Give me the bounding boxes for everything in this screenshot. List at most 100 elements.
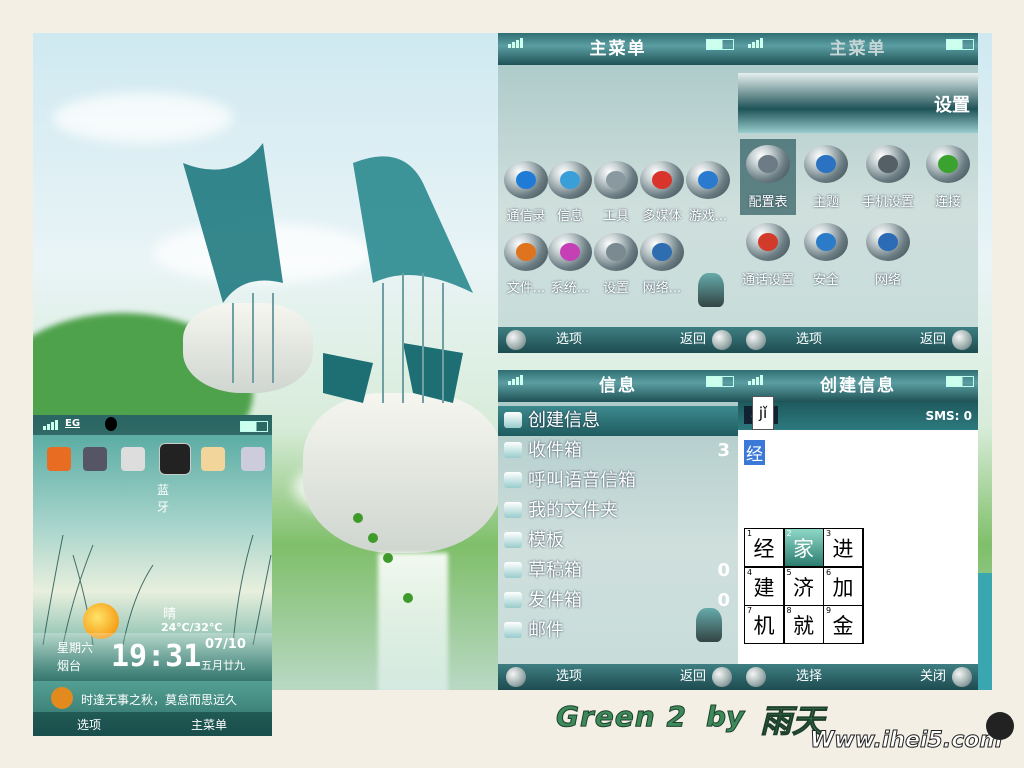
message-folder-item[interactable]: 草稿箱 0 — [498, 556, 738, 586]
candidate-number: 1 — [747, 529, 753, 538]
message-folder-item[interactable]: 我的文件夹 — [498, 496, 738, 526]
battery-icon — [946, 39, 974, 50]
globe-icon[interactable] — [866, 223, 910, 261]
pen-icon[interactable] — [121, 447, 145, 471]
games-icon[interactable] — [686, 161, 730, 199]
bluetooth-icon[interactable] — [159, 443, 191, 475]
right-softkey-icon[interactable] — [952, 667, 972, 687]
phone-settings-icon[interactable] — [866, 145, 910, 183]
right-softkey[interactable]: 返回 — [680, 664, 706, 690]
right-softkey-icon[interactable] — [952, 330, 972, 350]
softkey-bar: 选项 返回 — [498, 327, 738, 353]
folder-count: 0 — [717, 590, 730, 611]
left-softkey-icon[interactable] — [746, 667, 766, 687]
folder-count: 0 — [717, 560, 730, 581]
left-softkey[interactable]: 选择 — [796, 664, 822, 690]
right-softkey-icon[interactable] — [712, 667, 732, 687]
qq-icon — [105, 417, 117, 431]
candidate-char[interactable]: 8就 — [784, 606, 823, 643]
folder-label: 收件箱 — [528, 440, 582, 461]
message-editor[interactable]: 经 1经2家3进 4建5济6加 7机8就9金 — [738, 430, 978, 664]
settings-item-label[interactable]: 主题 — [798, 191, 854, 210]
right-softkey-icon[interactable] — [712, 330, 732, 350]
candidate-number: 3 — [826, 529, 832, 538]
signal-icon — [35, 418, 61, 430]
folder-icon — [504, 562, 522, 578]
settings-header-band: 设置 — [738, 73, 978, 133]
left-softkey[interactable]: 选项 — [556, 327, 582, 353]
right-softkey[interactable]: 返回 — [680, 327, 706, 353]
settings-item-label[interactable]: 通话设置 — [740, 269, 796, 288]
left-softkey[interactable]: 选项 — [77, 716, 101, 733]
folder-icon — [504, 442, 522, 458]
settings-item-label[interactable]: 连接 — [920, 191, 976, 210]
folder-label: 邮件 — [528, 620, 564, 641]
settings-item-label[interactable]: 网络 — [860, 269, 916, 288]
message-folder-item[interactable]: 模板 — [498, 526, 738, 556]
bulb-icon[interactable] — [241, 447, 265, 471]
connectivity-icon[interactable] — [926, 145, 970, 183]
right-softkey[interactable]: 关闭 — [920, 664, 946, 690]
security-icon[interactable] — [804, 223, 848, 261]
folder-icon — [504, 592, 522, 608]
settings-item-label[interactable]: 手机设置 — [860, 191, 916, 210]
menu-item-label[interactable]: 游戏... — [680, 205, 736, 224]
candidate-char[interactable]: 5济 — [784, 567, 823, 605]
main-menu-screen: 主菜单 通信录 信息 工具 多媒体 游戏... 文件... 系统... 设置 网络... 选项 … — [498, 33, 738, 353]
folder-label: 发件箱 — [528, 590, 582, 611]
contacts-icon[interactable] — [504, 161, 548, 199]
candidate-char[interactable]: 2家 — [784, 529, 823, 566]
title-bar: 主菜单 — [498, 33, 738, 65]
message-folder-item[interactable]: 呼叫语音信箱 — [498, 466, 738, 496]
right-softkey[interactable]: 主菜单 — [191, 716, 227, 733]
lunar-date: 五月廿九 — [201, 659, 245, 672]
folder-label: 呼叫语音信箱 — [528, 470, 636, 491]
gazebo-illustration — [183, 143, 473, 403]
waveform-icon[interactable] — [83, 447, 107, 471]
battery-icon — [706, 39, 734, 50]
clock-time: 19:31 — [111, 639, 202, 674]
messages-icon[interactable] — [548, 161, 592, 199]
left-softkey-icon[interactable] — [506, 667, 526, 687]
left-softkey[interactable]: 选项 — [796, 327, 822, 353]
title-bar: 信息 — [498, 370, 738, 402]
sms-counter: SMS: 0 — [925, 409, 972, 423]
folder-icon — [504, 502, 522, 518]
files-icon[interactable] — [504, 233, 548, 271]
settings-screen: 主菜单 设置 配置表 主题 手机设置 连接通话设置 安全 网络 选项 返回 — [738, 33, 978, 353]
system-icon[interactable] — [548, 233, 592, 271]
candidate-glyph: 加 — [832, 575, 854, 600]
call-settings-icon[interactable] — [746, 223, 790, 261]
fox-icon[interactable] — [47, 447, 71, 471]
left-softkey-icon[interactable] — [506, 330, 526, 350]
candidate-char[interactable]: 3进 — [824, 529, 862, 566]
candidate-char[interactable]: 1经 — [745, 529, 783, 566]
candidate-number: 8 — [786, 606, 792, 615]
network-icon[interactable] — [640, 233, 684, 271]
candidate-char[interactable]: 6加 — [824, 567, 862, 605]
profiles-icon[interactable] — [746, 145, 790, 183]
composed-text[interactable]: 经 — [744, 440, 765, 465]
right-softkey[interactable]: 返回 — [920, 327, 946, 353]
robot-figure-icon — [696, 608, 722, 642]
screen-title: 主菜单 — [829, 39, 887, 59]
candidate-number: 5 — [786, 567, 792, 577]
message-folder-item[interactable]: 收件箱 3 — [498, 436, 738, 466]
left-softkey[interactable]: 选项 — [556, 664, 582, 690]
tools-icon[interactable] — [594, 161, 638, 199]
home-icon[interactable] — [201, 447, 225, 471]
left-softkey-icon[interactable] — [746, 330, 766, 350]
themes-icon[interactable] — [804, 145, 848, 183]
candidate-char[interactable]: 4建 — [745, 567, 783, 605]
media-icon[interactable] — [640, 161, 684, 199]
settings-item-label[interactable]: 配置表 — [740, 191, 796, 210]
battery-icon — [706, 376, 734, 387]
settings-item-label[interactable]: 安全 — [798, 269, 854, 288]
candidate-char[interactable]: 7机 — [745, 606, 783, 643]
menu-item-label[interactable]: 网络... — [634, 277, 690, 296]
folder-label: 模板 — [528, 530, 564, 551]
settings-icon[interactable] — [594, 233, 638, 271]
folder-icon — [504, 532, 522, 548]
candidate-char[interactable]: 9金 — [824, 606, 862, 643]
message-folder-item[interactable]: 创建信息 — [498, 406, 738, 436]
